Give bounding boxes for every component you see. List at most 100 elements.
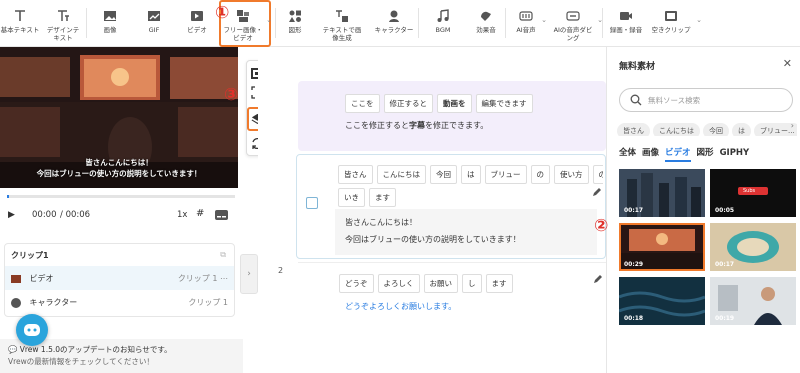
word-chip[interactable]: 編集できます [475,94,533,113]
toolbar-video[interactable]: ビデオ [175,0,219,47]
playback-controls: ▶ 00:00 / 00:06 1x # [0,207,238,223]
word-chip[interactable]: ここを [345,94,380,113]
video-thumbnail-selected[interactable]: 00:29 [619,223,705,271]
video-duration: 00:29 [624,261,644,268]
toolbar-ai-voice[interactable]: AI音声 ⌄ [506,0,547,47]
subtitle-row-2[interactable]: 2 どうぞ よろしく お願いします どうぞよろしくお願いします。 [278,262,606,322]
ai-dubbing-icon [566,9,580,23]
word-chip[interactable]: 動画を [437,94,472,113]
total-time: / 00:06 [60,210,91,220]
video-thumbnail[interactable]: 00:17 [619,169,705,217]
toolbar-label: AI音声 [516,26,536,34]
grid-icon[interactable]: # [196,208,204,219]
word-chip[interactable]: 使い方 [554,165,589,184]
chevron-right-icon[interactable]: › [791,121,794,130]
step-marker-3: ③ [224,85,239,105]
word-chip[interactable]: 皆さん [338,165,373,184]
chevron-down-icon[interactable]: ⌄ [696,16,702,24]
word-chip[interactable]: し [462,274,482,293]
word-chip[interactable]: は [461,165,481,184]
toolbar-basic-text[interactable]: 基本テキスト [0,0,40,47]
word-chip[interactable]: ます [485,274,513,293]
external-link-icon[interactable]: ⧉ [220,250,226,260]
subtitle-text-line[interactable]: どうぞよろしくお願いします。 [345,301,456,312]
word-chip[interactable]: お願い [423,274,458,293]
subtitle-text-box[interactable]: 皆さんこんにちは！ 今回はブリューの使い方の説明をしていきます！ [335,209,597,255]
toolbar: 基本テキスト デザインテキスト 画像 GIF ビデオ フリー画像・ビデオ ⌄ 図… [0,0,800,47]
clip-row-clip: クリップ 1 [188,298,228,307]
chatbot-button[interactable] [16,314,48,346]
toolbar-gif[interactable]: GIF [133,0,175,47]
toolbar-text-to-image[interactable]: テキストで画像生成 [314,0,370,47]
toolbar-empty-clip[interactable]: 空きクリップ ⌄ [649,0,702,47]
word-chip[interactable]: 今回 [430,165,457,184]
edit-pencil-icon[interactable] [591,186,603,198]
word-chip[interactable]: よろしく [377,274,420,293]
step-marker-1: ① [215,3,230,23]
word-chip[interactable]: いき [338,188,365,207]
word-chip[interactable]: の [592,165,603,184]
toolbar-ai-dubbing[interactable]: AIの音声ダビング ⌄ [546,0,603,47]
edit-pencil-icon[interactable] [592,273,604,285]
ai-voice-icon [519,9,533,23]
toolbar-character[interactable]: キャラクター [370,0,418,47]
empty-clip-icon [664,9,678,23]
toolbar-shape[interactable]: 図形 [276,0,314,47]
clip-row-character[interactable]: キャラクター クリップ 1 [5,290,234,314]
speed-button[interactable]: 1x [177,210,187,220]
keyword-tag[interactable]: 今回 [703,123,729,136]
toolbar-label: キャラクター [374,26,414,34]
video-preview[interactable]: 皆さんこんにちは！ 今回はブリューの使い方の説明をしていきます！ [0,47,238,188]
toolbar-record[interactable]: 録画・録音 [603,0,649,47]
left-panel: 皆さんこんにちは！ 今回はブリューの使い方の説明をしていきます！ ▶ 00:00… [0,47,243,373]
notice-body: Vrewの最新情報をチェックしてください！ [8,357,154,366]
word-chip[interactable]: どうぞ [339,274,374,293]
chevron-down-icon[interactable]: ⌄ [266,16,272,24]
subtitle-text-line: 皆さんこんにちは！ [345,218,417,227]
toolbar-sound-effect[interactable]: 効果音 [467,0,505,47]
playback-progress-bar[interactable] [7,195,235,198]
toolbar-label: テキストで画像生成 [322,26,362,42]
search-input[interactable]: 無料ソース検索 [619,88,793,112]
clip-panel: クリップ1 ⧉ ビデオ クリップ 1 ⋯ キャラクター クリップ 1 [4,243,235,317]
toolbar-label: フリー画像・ビデオ [223,26,263,42]
guide-row: ここを 修正すると 動画を 編集できます ここを修正すると字幕を修正できます。 [298,81,606,151]
shape-icon [288,9,302,23]
image-icon [103,9,117,23]
close-icon[interactable]: ✕ [783,57,792,70]
video-subtitle: 皆さんこんにちは！ 今回はブリューの使い方の説明をしていきます！ [0,157,238,179]
keyword-tag[interactable]: は [732,123,751,136]
tab-video[interactable]: ビデオ [665,148,691,162]
keyword-tag[interactable]: こんにちは [653,123,700,136]
word-chips: 皆さんこんにちは今回はブリューの使い方の説明 [338,162,603,184]
word-chips: どうぞ よろしく お願いします [339,271,517,293]
search-placeholder: 無料ソース検索 [648,96,701,105]
panel-collapse-handle[interactable]: › [240,254,258,294]
word-chip[interactable]: ます [369,188,396,207]
row-checkbox[interactable] [306,197,318,209]
tab-image[interactable]: 画像 [642,148,659,158]
toolbar-image[interactable]: 画像 [87,0,133,47]
play-icon[interactable]: ▶ [8,210,15,220]
toolbar-label: 空きクリップ [651,26,691,34]
tab-all[interactable]: 全体 [619,148,636,158]
video-thumbnail[interactable]: 00:18 [619,277,705,325]
word-chip[interactable]: こんにちは [376,165,426,184]
word-chip[interactable]: 修正すると [383,94,433,113]
word-chip[interactable]: ブリュー [484,165,527,184]
video-thumbnail[interactable]: 00:17 [710,223,796,271]
toolbar-bgm[interactable]: BGM [419,0,467,47]
subtitle-row-1[interactable]: 皆さんこんにちは今回はブリューの使い方の説明 いきます 皆さんこんにちは！ 今回… [296,154,606,259]
clip-row-video[interactable]: ビデオ クリップ 1 ⋯ [5,266,234,290]
word-chip[interactable]: の [530,165,550,184]
video-thumbnail[interactable]: Subs 00:05 [710,169,796,217]
tab-giphy[interactable]: GIPHY [720,148,750,158]
toolbar-label: GIF [148,26,160,34]
tab-shape[interactable]: 図形 [697,148,714,158]
video-thumbnail[interactable]: 00:19 [710,277,796,325]
video-duration: 00:18 [624,315,644,322]
toolbar-design-text[interactable]: デザインテキスト [40,0,86,47]
thumbnail-text: Subs [743,188,756,194]
subtitle-toggle-icon[interactable] [215,210,228,223]
keyword-tag[interactable]: 皆さん [617,123,650,136]
